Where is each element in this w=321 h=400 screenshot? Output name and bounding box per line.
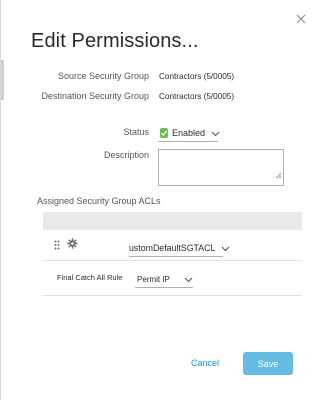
- edit-permissions-dialog: Edit Permissions... Source Security Grou…: [0, 0, 321, 400]
- checkbox-checked-icon[interactable]: [160, 128, 168, 138]
- acl-panel: ustomDefaultSGTACL Final Catch All Rule …: [43, 212, 302, 296]
- final-catch-dropdown[interactable]: Permit IP: [135, 271, 193, 288]
- status-dropdown[interactable]: Enabled: [158, 124, 220, 142]
- source-security-group-value: Contractors (5/0005): [159, 72, 235, 81]
- final-catch-value: Permit IP: [137, 274, 170, 284]
- dialog-edge-shadow: [1, 60, 4, 100]
- description-textarea[interactable]: [158, 149, 284, 186]
- final-catch-label: Final Catch All Rule: [57, 273, 123, 282]
- destination-security-group-label: Destination Security Group: [41, 91, 149, 101]
- source-security-group-label: Source Security Group: [57, 71, 149, 81]
- chevron-down-icon: [184, 270, 193, 288]
- chevron-down-icon: [221, 239, 230, 257]
- cancel-button[interactable]: Cancel: [177, 352, 233, 374]
- acl-dropdown[interactable]: ustomDefaultSGTACL: [129, 240, 230, 257]
- dialog-title: Edit Permissions...: [31, 30, 199, 52]
- chevron-down-icon: [211, 124, 220, 142]
- resize-handle-icon[interactable]: [274, 166, 282, 184]
- acl-row: ustomDefaultSGTACL: [43, 230, 302, 261]
- acl-panel-header: [43, 212, 302, 230]
- assigned-acls-title: Assigned Security Group ACLs: [37, 196, 161, 206]
- final-catch-row: Final Catch All Rule Permit IP: [43, 261, 302, 296]
- drag-handle-icon[interactable]: [54, 237, 60, 255]
- status-label: Status: [123, 127, 149, 137]
- close-icon[interactable]: [294, 12, 308, 26]
- gear-icon[interactable]: [67, 236, 78, 254]
- description-label: Description: [103, 150, 149, 160]
- destination-security-group-value: Contractors (5/0005): [159, 92, 235, 101]
- save-button[interactable]: Save: [243, 352, 293, 375]
- status-value: Enabled: [172, 128, 206, 138]
- acl-dropdown-value: ustomDefaultSGTACL: [129, 243, 216, 253]
